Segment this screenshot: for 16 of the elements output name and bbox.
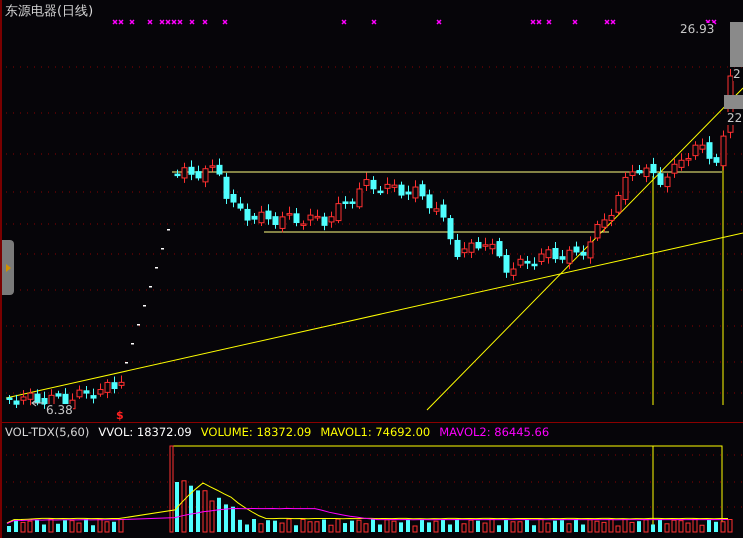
indicator-value: MAVOL1: 74692.00 bbox=[320, 425, 430, 439]
chart-title: 东源电器(日线) bbox=[5, 3, 94, 20]
low-price-label: 6.38 bbox=[46, 404, 73, 417]
indicator-value: VVOL: 18372.09 bbox=[98, 425, 192, 439]
price-scale-block bbox=[724, 95, 743, 109]
signal-mark: $ bbox=[116, 409, 124, 422]
high-price-label: 26.93 bbox=[680, 23, 714, 36]
side-panel-tab[interactable] bbox=[2, 240, 14, 295]
indicator-value: VOL-TDX(5,60) bbox=[5, 425, 90, 439]
axis-label: 22 bbox=[727, 112, 742, 125]
indicator-value: VOLUME: 18372.09 bbox=[200, 425, 312, 439]
caret-icon bbox=[6, 264, 10, 272]
indicator-value: MAVOL2: 86445.66 bbox=[439, 425, 550, 439]
axis-label: 2 bbox=[733, 68, 741, 81]
price-scale-block bbox=[730, 22, 743, 67]
arrow-icon bbox=[31, 400, 44, 406]
